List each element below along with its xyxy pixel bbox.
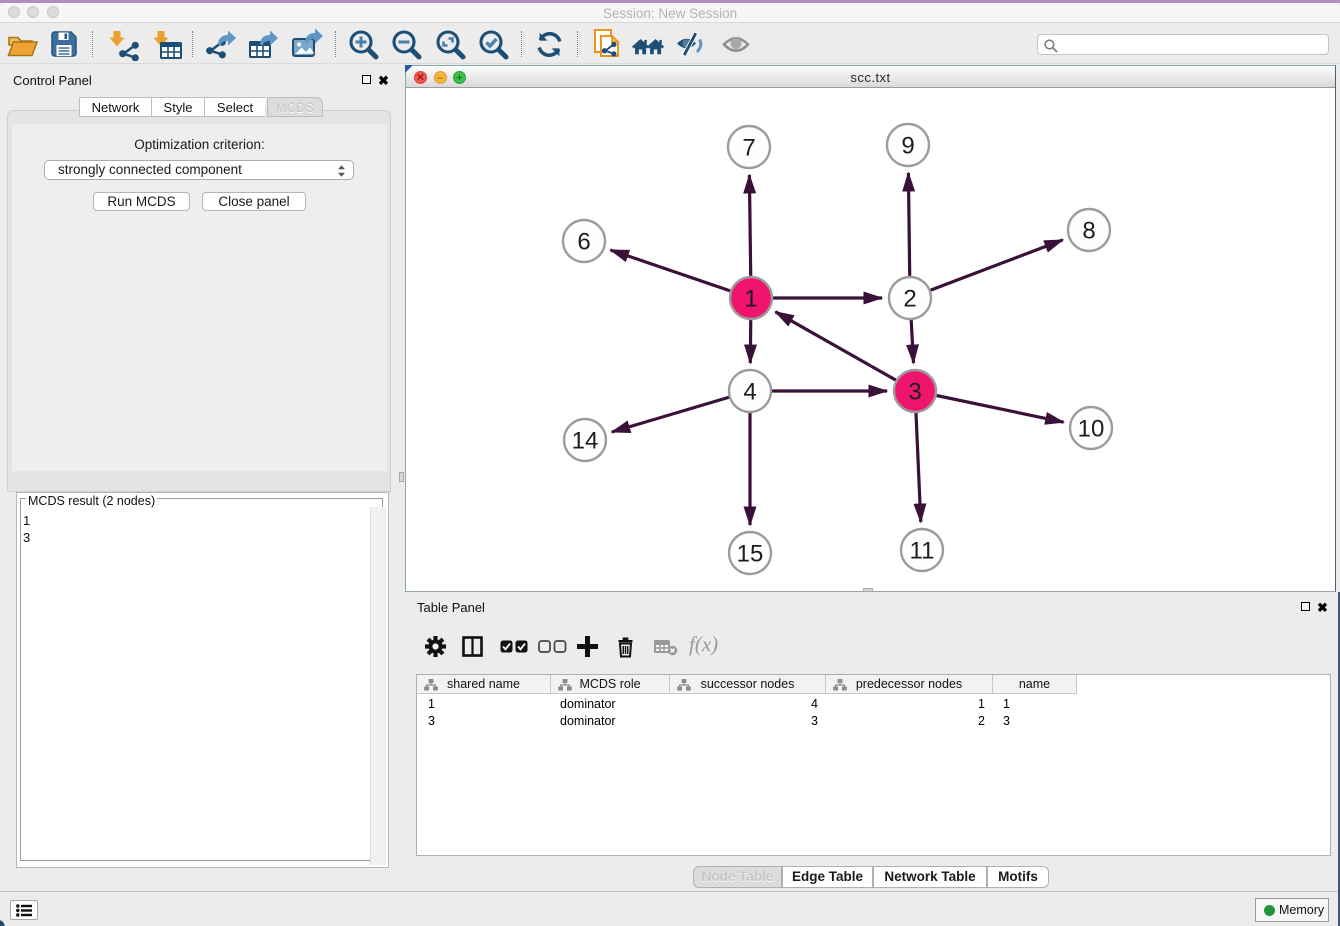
svg-text:1: 1 [744, 286, 757, 313]
svg-text:10: 10 [1078, 416, 1105, 443]
svg-text:7: 7 [742, 135, 755, 162]
svg-text:6: 6 [577, 229, 590, 256]
svg-text:15: 15 [737, 541, 764, 568]
svg-text:14: 14 [572, 428, 599, 455]
svg-text:2: 2 [903, 286, 916, 313]
svg-text:3: 3 [908, 379, 921, 406]
svg-text:8: 8 [1082, 218, 1095, 245]
svg-text:9: 9 [901, 133, 914, 160]
svg-text:4: 4 [743, 379, 756, 406]
svg-text:11: 11 [910, 538, 935, 565]
